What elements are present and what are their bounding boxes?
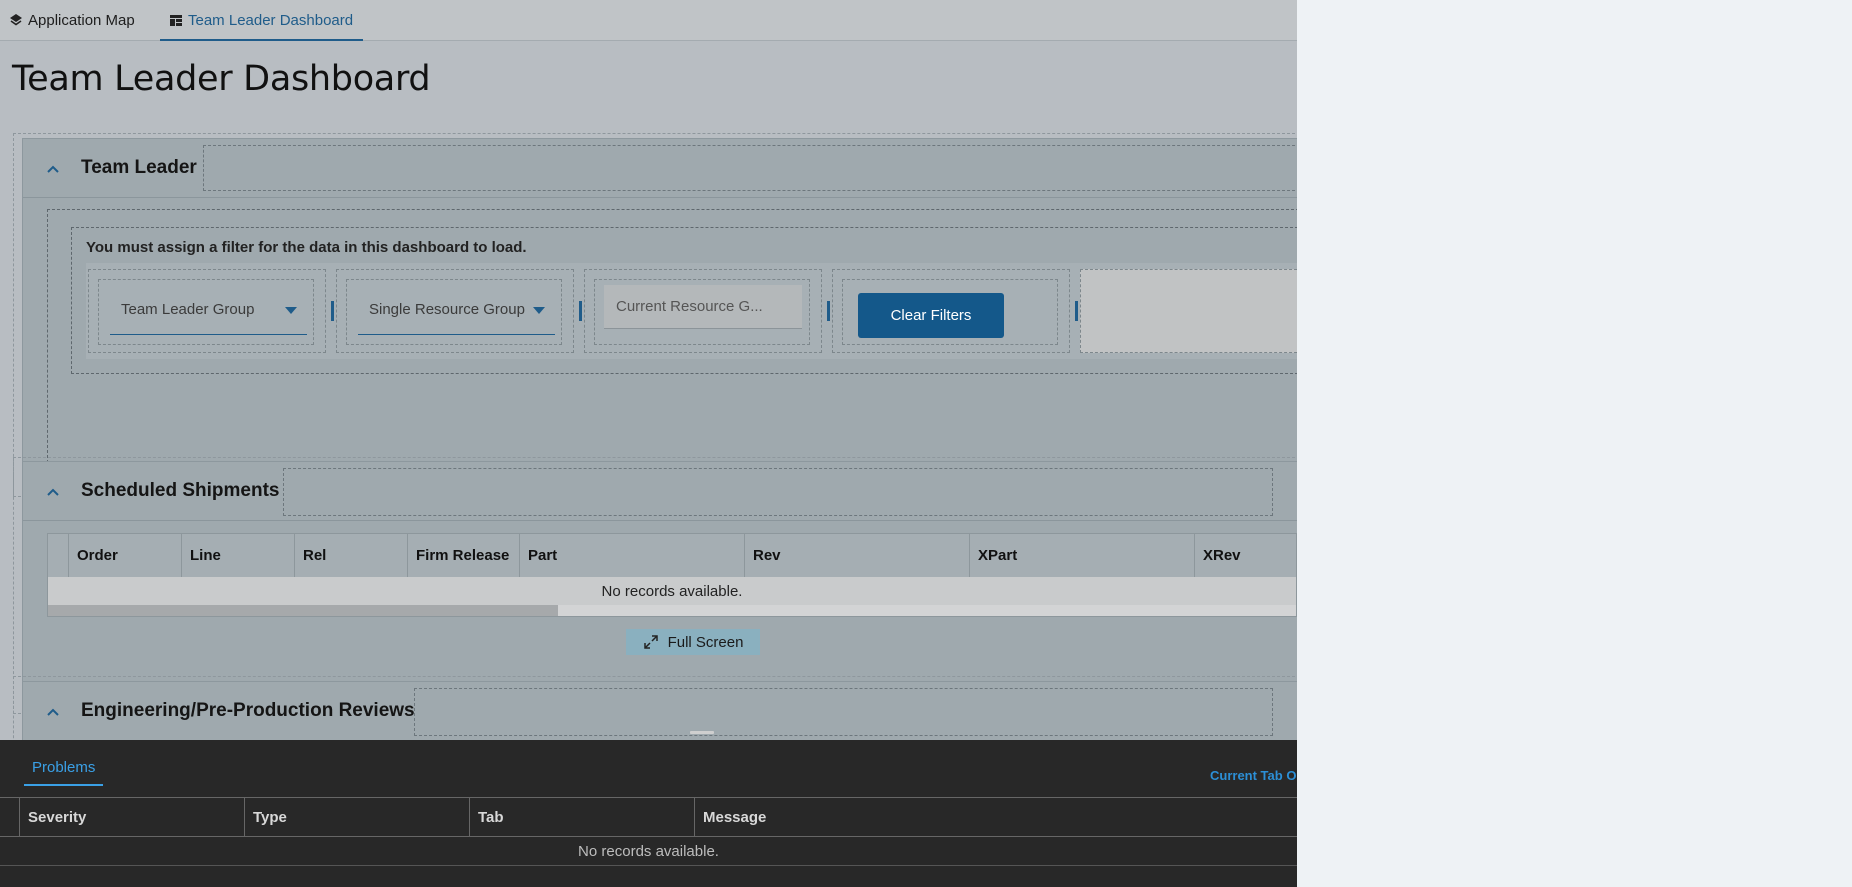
filter-cell-empty bbox=[1080, 269, 1297, 353]
chevron-down-icon bbox=[533, 306, 545, 314]
card-title: Engineering/Pre-Production Reviews bbox=[81, 700, 415, 721]
column-header[interactable]: Order bbox=[68, 534, 181, 577]
current-resource-group-field: Current Resource G... bbox=[604, 285, 802, 329]
page-title: Team Leader Dashboard bbox=[12, 59, 431, 99]
empty-message: No records available. bbox=[48, 577, 1296, 605]
tab-problems[interactable]: Problems bbox=[24, 750, 104, 786]
collapse-chevron-icon[interactable] bbox=[45, 484, 61, 500]
card-title: Scheduled Shipments bbox=[81, 480, 280, 501]
column-header[interactable]: XRev bbox=[1194, 534, 1297, 577]
current-tab-only-toggle[interactable]: Current Tab On bbox=[1210, 768, 1297, 783]
team-leader-group-select[interactable]: Team Leader Group bbox=[110, 285, 307, 335]
filter-strip: Team Leader Group Single Resource Group … bbox=[86, 263, 1297, 359]
clear-filters-button[interactable]: Clear Filters bbox=[858, 293, 1004, 338]
dashboard-content: Team Leader Dashboard Team Leader You mu… bbox=[0, 41, 1297, 740]
chevron-down-icon bbox=[285, 306, 297, 314]
filter-notice: You must assign a filter for the data in… bbox=[86, 239, 527, 256]
column-header[interactable]: XPart bbox=[969, 534, 1194, 577]
shipments-table: Order Line Rel Firm Release Part Rev XPa… bbox=[47, 533, 1297, 617]
splitter-handle[interactable] bbox=[579, 301, 582, 321]
button-label: Full Screen bbox=[667, 633, 744, 651]
column-header[interactable]: Message bbox=[694, 798, 1297, 836]
header-slot bbox=[283, 468, 1273, 516]
scrollbar-thumb[interactable] bbox=[48, 605, 558, 616]
collapse-chevron-icon[interactable] bbox=[45, 161, 61, 177]
tab-team-leader-dashboard[interactable]: Team Leader Dashboard bbox=[160, 0, 364, 41]
layers-icon bbox=[9, 13, 23, 27]
expand-icon bbox=[643, 634, 659, 650]
table-header: Order Line Rel Firm Release Part Rev XPa… bbox=[48, 534, 1296, 578]
horizontal-scrollbar[interactable] bbox=[48, 605, 1296, 616]
engineering-reviews-card: Engineering/Pre-Production Reviews bbox=[22, 681, 1297, 740]
tab-label: Team Leader Dashboard bbox=[188, 11, 354, 29]
column-header[interactable]: Part bbox=[519, 534, 744, 577]
panel-resize-handle[interactable] bbox=[690, 731, 714, 734]
card-header: Team Leader bbox=[23, 139, 1297, 198]
collapse-chevron-icon[interactable] bbox=[45, 704, 61, 720]
empty-message: No records available. bbox=[0, 837, 1297, 866]
column-header[interactable]: Rev bbox=[744, 534, 969, 577]
empty-window-area bbox=[1297, 0, 1852, 887]
dashboard-icon bbox=[169, 13, 183, 27]
card-title: Team Leader bbox=[81, 157, 197, 178]
column-header[interactable]: Line bbox=[181, 534, 294, 577]
problems-table-header: Severity Type Tab Message bbox=[0, 797, 1297, 837]
column-header[interactable]: Type bbox=[244, 798, 469, 836]
splitter-handle[interactable] bbox=[1075, 301, 1078, 321]
full-screen-button[interactable]: Full Screen bbox=[626, 629, 760, 655]
problems-panel: Problems Current Tab On Severity Type Ta… bbox=[0, 740, 1297, 887]
header-slot bbox=[414, 688, 1273, 736]
column-header[interactable]: Tab bbox=[469, 798, 694, 836]
tab-label: Application Map bbox=[28, 11, 135, 29]
column-header[interactable]: Firm Release bbox=[407, 534, 519, 577]
card-header: Engineering/Pre-Production Reviews bbox=[23, 682, 1297, 740]
field-value: Current Resource G... bbox=[616, 298, 763, 315]
application-window: Application Map Team Leader Dashboard Te… bbox=[0, 0, 1297, 887]
header-slot bbox=[203, 145, 1297, 191]
card-header: Scheduled Shipments bbox=[23, 462, 1297, 521]
splitter-handle[interactable] bbox=[827, 301, 830, 321]
select-value: Single Resource Group bbox=[369, 301, 525, 318]
column-header[interactable]: Severity bbox=[19, 798, 244, 836]
single-resource-group-select[interactable]: Single Resource Group bbox=[358, 285, 555, 335]
tab-bar: Application Map Team Leader Dashboard bbox=[0, 0, 1297, 41]
column-header[interactable]: Rel bbox=[294, 534, 407, 577]
tab-application-map[interactable]: Application Map bbox=[9, 0, 135, 40]
select-value: Team Leader Group bbox=[121, 301, 255, 318]
splitter-handle[interactable] bbox=[331, 301, 334, 321]
